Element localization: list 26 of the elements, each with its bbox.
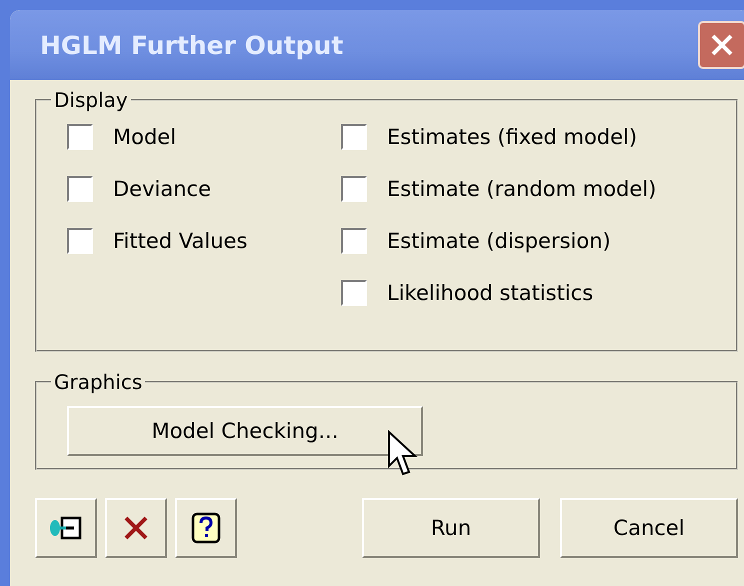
help-icon xyxy=(191,512,221,544)
clear-button[interactable] xyxy=(105,498,167,558)
checkbox-label: Likelihood statistics xyxy=(387,281,594,305)
checkbox-label: Estimates (fixed model) xyxy=(387,125,638,149)
checkbox[interactable] xyxy=(341,280,367,306)
dialog-button[interactable]: Run xyxy=(362,498,540,558)
checkbox-label: Estimate (random model) xyxy=(387,177,656,201)
help-button[interactable] xyxy=(175,498,237,558)
checkbox-label: Fitted Values xyxy=(113,229,248,253)
dialog-button[interactable]: Cancel xyxy=(560,498,738,558)
checkbox-label: Estimate (dispersion) xyxy=(387,229,611,253)
checkbox[interactable] xyxy=(341,176,367,202)
export-button[interactable] xyxy=(35,498,97,558)
model-checking-button[interactable]: Model Checking... xyxy=(67,406,423,456)
group-label: Graphics xyxy=(53,370,144,394)
checkbox[interactable] xyxy=(67,228,93,254)
close-button[interactable] xyxy=(698,21,744,69)
cross-icon xyxy=(122,514,150,542)
checkbox[interactable] xyxy=(67,176,93,202)
checkbox[interactable] xyxy=(341,124,367,150)
checkbox[interactable] xyxy=(341,228,367,254)
window-title: HGLM Further Output xyxy=(40,30,344,60)
checkbox[interactable] xyxy=(67,124,93,150)
checkbox-label: Deviance xyxy=(113,177,211,201)
checkbox-label: Model xyxy=(113,125,176,149)
group-label: Display xyxy=(53,88,129,112)
